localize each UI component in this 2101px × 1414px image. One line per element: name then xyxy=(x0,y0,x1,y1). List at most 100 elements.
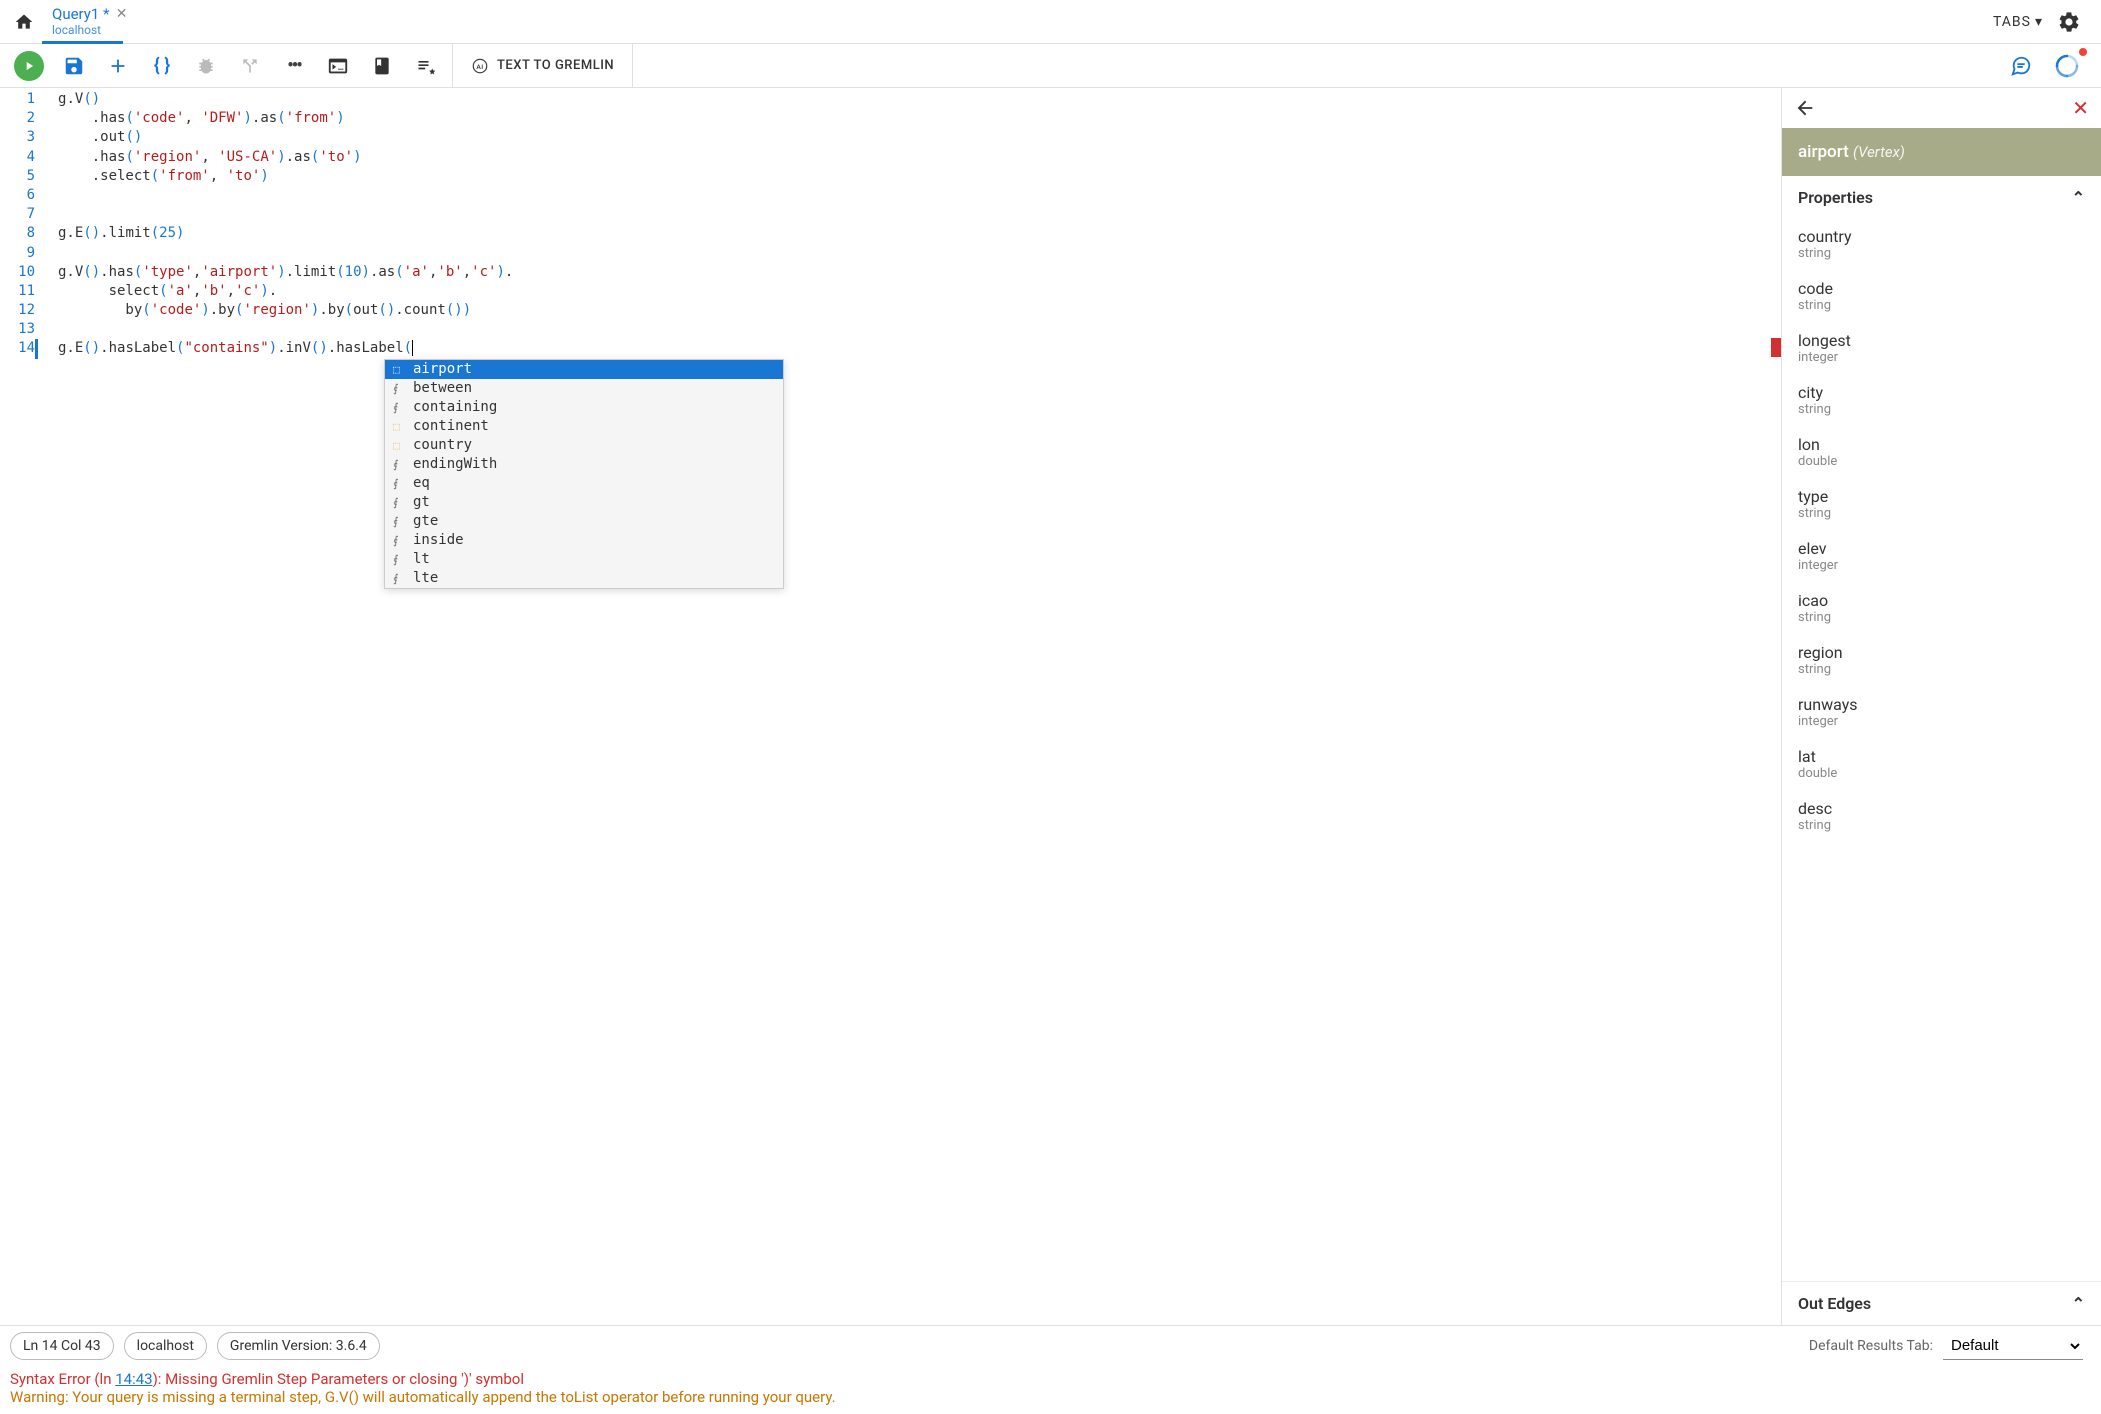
autocomplete-item[interactable]: ⬚continent xyxy=(385,417,783,436)
property-item[interactable]: typestring xyxy=(1782,479,2101,531)
autocomplete-item[interactable]: ⬚country xyxy=(385,436,783,455)
comments-button[interactable] xyxy=(2001,48,2041,84)
autocomplete-item[interactable]: ⨐lte xyxy=(385,569,783,588)
ellipsis-icon: ••• xyxy=(287,55,300,76)
property-item[interactable]: regionstring xyxy=(1782,635,2101,687)
code-editor[interactable]: 1234567891011121314 g.V() .has('code', '… xyxy=(0,88,1781,1325)
dependency-button[interactable] xyxy=(230,48,270,84)
run-button[interactable] xyxy=(14,51,44,81)
function-icon: ⨐ xyxy=(393,531,407,550)
toolbar-separator xyxy=(452,44,453,88)
line-gutter: 1234567891011121314 xyxy=(0,88,44,1325)
terminal-icon xyxy=(327,55,349,77)
chevron-down-icon: ▾ xyxy=(2035,14,2043,30)
docs-button[interactable] xyxy=(362,48,402,84)
status-bar: Ln 14 Col 43 localhost Gremlin Version: … xyxy=(0,1325,2101,1366)
autocomplete-item[interactable]: ⨐inside xyxy=(385,531,783,550)
property-item[interactable]: elevinteger xyxy=(1782,531,2101,583)
property-item[interactable]: descstring xyxy=(1782,791,2101,843)
tab-subtitle: localhost xyxy=(52,23,109,37)
save-button[interactable] xyxy=(54,48,94,84)
query-tab[interactable]: Query1 * localhost ✕ xyxy=(42,0,123,44)
console-button[interactable] xyxy=(318,48,358,84)
tab-title: Query1 * xyxy=(52,5,109,23)
plus-icon xyxy=(107,55,129,77)
property-item[interactable]: codestring xyxy=(1782,271,2101,323)
new-query-button[interactable] xyxy=(98,48,138,84)
function-icon: ⨐ xyxy=(393,569,407,588)
error-location-link[interactable]: 14:43 xyxy=(115,1370,152,1388)
label-icon: ⬚ xyxy=(393,360,407,379)
version-pill: Gremlin Version: 3.6.4 xyxy=(217,1332,380,1360)
properties-list: countrystringcodestringlongestintegercit… xyxy=(1782,219,2101,1281)
chevron-up-icon: ⌃ xyxy=(2072,188,2085,207)
property-item[interactable]: runwaysinteger xyxy=(1782,687,2101,739)
label-icon: ⬚ xyxy=(393,436,407,455)
autocomplete-item[interactable]: ⨐endingWith xyxy=(385,455,783,474)
function-icon: ⨐ xyxy=(393,398,407,417)
property-item[interactable]: countrystring xyxy=(1782,219,2101,271)
function-icon: ⨐ xyxy=(393,550,407,569)
warning-message: Warning: Your query is missing a termina… xyxy=(10,1388,2091,1406)
autocomplete-item[interactable]: ⨐containing xyxy=(385,398,783,417)
book-icon xyxy=(372,56,392,76)
function-icon: ⨐ xyxy=(393,493,407,512)
function-icon: ⨐ xyxy=(393,474,407,493)
autocomplete-popup[interactable]: ⬚airport⨐between⨐containing⬚continent⬚co… xyxy=(384,359,784,589)
autocomplete-item[interactable]: ⨐eq xyxy=(385,474,783,493)
tab-close-button[interactable]: ✕ xyxy=(116,6,128,22)
property-item[interactable]: londouble xyxy=(1782,427,2101,479)
tab-bar: Query1 * localhost ✕ TABS ▾ xyxy=(0,0,2101,44)
settings-button[interactable] xyxy=(2057,10,2081,34)
label-icon: ⬚ xyxy=(393,417,407,436)
panel-title: airport (Vertex) xyxy=(1782,128,2101,176)
autocomplete-item[interactable]: ⨐gte xyxy=(385,512,783,531)
text-to-gremlin-button[interactable]: AI TEXT TO GREMLIN xyxy=(459,48,626,84)
code-content[interactable]: g.V() .has('code', 'DFW').as('from') .ou… xyxy=(44,88,1781,1325)
autocomplete-item[interactable]: ⨐gt xyxy=(385,493,783,512)
function-icon: ⨐ xyxy=(393,455,407,474)
connection-pill[interactable]: localhost xyxy=(124,1332,207,1360)
default-results-label: Default Results Tab: xyxy=(1809,1338,1933,1354)
property-item[interactable]: citystring xyxy=(1782,375,2101,427)
tabs-menu-button[interactable]: TABS ▾ xyxy=(1993,14,2043,30)
properties-section-header[interactable]: Properties ⌃ xyxy=(1782,176,2101,219)
cursor-position: Ln 14 Col 43 xyxy=(10,1332,114,1360)
list-star-icon xyxy=(416,56,436,76)
arrow-left-icon xyxy=(1794,97,1816,119)
bug-button[interactable] xyxy=(186,48,226,84)
error-marker xyxy=(1771,338,1781,357)
schema-panel: ✕ airport (Vertex) Properties ⌃ countrys… xyxy=(1781,88,2101,1325)
play-icon xyxy=(22,59,36,73)
default-results-select[interactable]: Default xyxy=(1943,1332,2083,1360)
property-item[interactable]: icaostring xyxy=(1782,583,2101,635)
main-area: 1234567891011121314 g.V() .has('code', '… xyxy=(0,88,2101,1325)
function-icon: ⨐ xyxy=(393,512,407,531)
messages-area: Syntax Error (ln 14:43): Missing Gremlin… xyxy=(0,1366,2101,1414)
svg-text:AI: AI xyxy=(476,63,483,71)
function-icon: ⨐ xyxy=(393,379,407,398)
property-item[interactable]: latdouble xyxy=(1782,739,2101,791)
home-icon xyxy=(14,12,34,32)
braces-icon: { } xyxy=(154,55,170,76)
save-icon xyxy=(63,55,85,77)
panel-back-button[interactable] xyxy=(1794,97,1816,119)
activity-button[interactable] xyxy=(2047,48,2087,84)
more-button[interactable]: ••• xyxy=(274,48,314,84)
format-button[interactable]: { } xyxy=(142,48,182,84)
ai-icon: AI xyxy=(471,57,489,75)
autocomplete-item[interactable]: ⨐between xyxy=(385,379,783,398)
error-message: Syntax Error (ln 14:43): Missing Gremlin… xyxy=(10,1370,2091,1388)
out-edges-section-header[interactable]: Out Edges ⌃ xyxy=(1782,1281,2101,1325)
toolbar-separator xyxy=(632,44,633,88)
home-button[interactable] xyxy=(6,4,42,40)
chat-icon xyxy=(2010,55,2032,77)
panel-close-button[interactable]: ✕ xyxy=(2072,96,2089,120)
favorite-button[interactable] xyxy=(406,48,446,84)
autocomplete-item[interactable]: ⬚airport xyxy=(385,360,783,379)
arrow-split-icon xyxy=(240,56,260,76)
property-item[interactable]: longestinteger xyxy=(1782,323,2101,375)
gear-icon xyxy=(2057,10,2081,34)
toolbar: { } ••• AI TEXT TO GREMLIN xyxy=(0,44,2101,88)
autocomplete-item[interactable]: ⨐lt xyxy=(385,550,783,569)
